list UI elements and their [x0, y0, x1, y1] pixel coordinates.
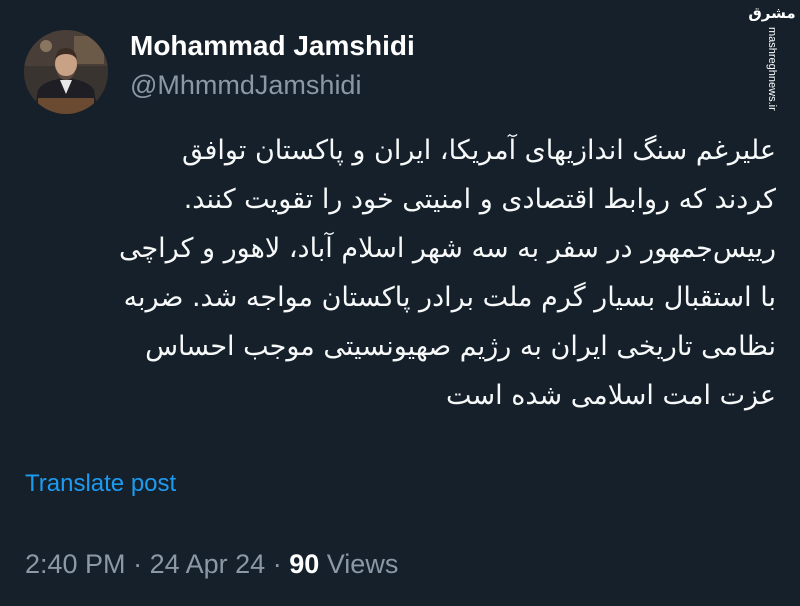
views-label: Views: [326, 549, 399, 579]
views-count[interactable]: 90: [289, 549, 319, 579]
meta-separator: ·: [272, 549, 282, 579]
author-display-name[interactable]: Mohammad Jamshidi: [130, 30, 415, 62]
mashregh-watermark: مشرق mashreghnews.ir: [748, 4, 796, 126]
watermark-logo: مشرق: [748, 4, 796, 22]
tweet-line: عزت امت اسلامی شده است: [445, 380, 776, 411]
post-time[interactable]: 2:40 PM: [25, 549, 126, 579]
tweet-text: علیرغم سنگ اندازیهای آمریکا، ایران و پاک…: [24, 126, 776, 420]
watermark-site: mashreghnews.ir: [766, 27, 778, 111]
tweet-line: علیرغم سنگ اندازیهای آمریکا، ایران و پاک…: [181, 135, 776, 166]
tweet-line: کردند که روابط اقتصادی و امنیتی خود را ت…: [183, 184, 776, 215]
tweet-page: Mohammad Jamshidi @MhmmdJamshidi مشرق ma…: [0, 0, 800, 606]
meta-separator: ·: [133, 549, 143, 579]
tweet-meta: 2:40 PM · 24 Apr 24 · 90 Views: [25, 549, 398, 580]
tweet-line: رییس‌جمهور در سفر به سه شهر اسلام آباد، …: [118, 233, 776, 264]
tweet-line: نظامی تاریخی ایران به رژیم صهیونسیتی موج…: [145, 331, 776, 362]
profile-photo-icon: [24, 30, 108, 114]
post-date[interactable]: 24 Apr 24: [150, 549, 266, 579]
author-handle[interactable]: @MhmmdJamshidi: [130, 70, 361, 101]
avatar[interactable]: [24, 30, 108, 114]
tweet-line: با استقبال بسیار گرم ملت برادر پاکستان م…: [123, 282, 776, 313]
translate-post-link[interactable]: Translate post: [25, 470, 176, 498]
